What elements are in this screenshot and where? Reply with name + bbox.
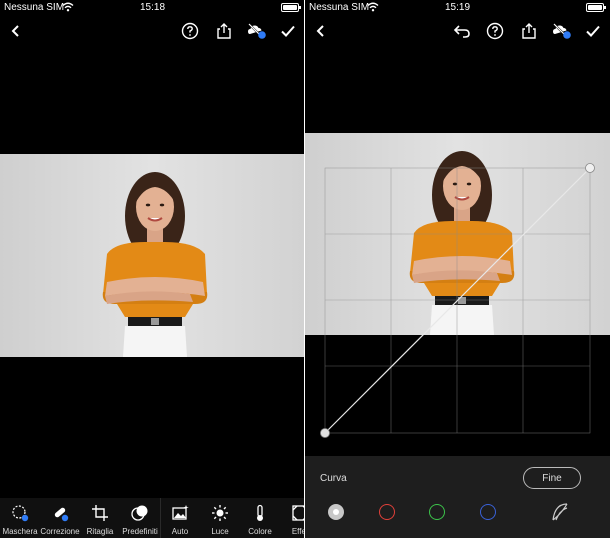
tone-curve-line (324, 167, 591, 434)
tool-maschera[interactable]: Maschera (0, 498, 40, 538)
tool-label: Maschera (2, 527, 38, 536)
presets-icon (130, 503, 150, 523)
tool-auto[interactable]: Auto (161, 498, 199, 538)
cloud-sync-icon (248, 23, 266, 39)
right-screen: Nessuna SIM 15:19 Curva Fine (305, 0, 610, 538)
photo-preview[interactable] (0, 154, 305, 357)
red-channel-icon[interactable] (379, 504, 395, 520)
checkmark-icon (586, 25, 600, 37)
back-button[interactable] (310, 20, 332, 42)
confirm-button[interactable] (582, 20, 604, 42)
tool-effetti[interactable]: Effet (280, 498, 305, 538)
tool-luce[interactable]: Luce (200, 498, 240, 538)
share-icon (522, 23, 536, 39)
curve-black-point-handle[interactable] (320, 428, 330, 438)
edit-toolbar: Maschera Correzione Ritaglia Predefiniti… (0, 498, 305, 538)
checkmark-icon (281, 25, 295, 37)
tool-colore[interactable]: Colore (240, 498, 280, 538)
share-button[interactable] (518, 20, 540, 42)
cloud-sync-button[interactable] (551, 20, 573, 42)
tool-label: Luce (211, 527, 229, 536)
parametric-curve-icon[interactable] (551, 502, 569, 522)
cloud-sync-icon (553, 23, 571, 39)
tool-correzione[interactable]: Correzione (40, 498, 80, 538)
tool-label: Auto (171, 527, 189, 536)
tool-label: Correzione (40, 527, 80, 536)
auto-icon (170, 503, 190, 523)
tool-label: Predefiniti (122, 527, 158, 536)
tone-curve-editor[interactable] (305, 160, 610, 450)
help-button[interactable] (484, 20, 506, 42)
tool-label: Colore (248, 527, 272, 536)
clock-label: 15:19 (444, 2, 471, 13)
toolbar-divider (160, 498, 161, 538)
thermometer-icon (250, 503, 270, 523)
status-bar: Nessuna SIM 15:18 (0, 0, 305, 16)
mask-icon (10, 503, 30, 523)
effects-icon (290, 503, 305, 523)
question-icon (181, 22, 199, 40)
chevron-left-icon (11, 25, 19, 37)
portrait-photo (0, 154, 305, 357)
tool-predefiniti[interactable]: Predefiniti (120, 498, 160, 538)
help-button[interactable] (179, 20, 201, 42)
clock-label: 15:18 (139, 2, 166, 13)
battery-icon (281, 3, 301, 12)
rgb-channel-icon[interactable] (328, 504, 344, 520)
crop-icon (90, 503, 110, 523)
battery-icon (586, 3, 606, 12)
blue-channel-icon[interactable] (480, 504, 496, 520)
undo-button[interactable] (451, 20, 473, 42)
curve-panel: Curva Fine (305, 456, 610, 538)
tool-label: Ritaglia (86, 527, 114, 536)
curve-white-point-handle[interactable] (585, 163, 595, 173)
share-button[interactable] (213, 20, 235, 42)
left-screen: Nessuna SIM 15:18 Maschera Correzione Ri… (0, 0, 305, 538)
status-bar: Nessuna SIM 15:19 (305, 0, 610, 16)
green-channel-icon[interactable] (429, 504, 445, 520)
confirm-button[interactable] (277, 20, 299, 42)
question-icon (486, 22, 504, 40)
done-button[interactable]: Fine (523, 467, 581, 489)
undo-icon (453, 25, 470, 38)
tool-ritaglia[interactable]: Ritaglia (80, 498, 120, 538)
back-button[interactable] (5, 20, 27, 42)
sun-icon (210, 503, 230, 523)
chevron-left-icon (316, 25, 324, 37)
healing-brush-icon (50, 503, 70, 523)
share-icon (217, 23, 231, 39)
cloud-sync-button[interactable] (246, 20, 268, 42)
curve-title: Curva (320, 473, 347, 484)
